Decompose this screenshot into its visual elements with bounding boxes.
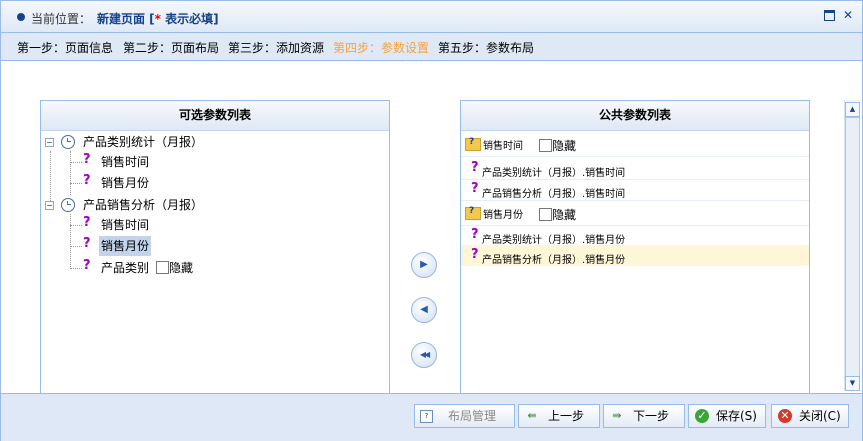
step-2[interactable]: 第二步：页面布局 [123, 39, 219, 56]
step-5[interactable]: 第五步：参数布局 [438, 39, 534, 56]
hide-option: 隐藏 [539, 137, 576, 154]
tree-line [70, 151, 71, 195]
tree-line [70, 214, 71, 269]
layout-manage-button[interactable]: ? 布局管理 [414, 404, 515, 428]
tree-leaf-label: 销售月份 [99, 236, 152, 256]
question-icon: ? [83, 236, 91, 251]
collapse-icon[interactable]: − [45, 138, 54, 147]
report-clock-icon [61, 198, 75, 212]
next-step-button[interactable]: ⇛ 下一步 [603, 404, 685, 428]
public-params-panel: 公共参数列表 销售时间 隐藏 ? 产品类别统计（月报）.销售时间 ? 产品销售分… [460, 100, 810, 395]
param-item-label: 产品类别统计（月报）.销售月份 [482, 235, 626, 246]
tree-line [70, 268, 82, 269]
question-icon: ? [83, 173, 91, 188]
param-group-name: 销售时间 [483, 141, 523, 152]
param-item[interactable]: ? 产品类别统计（月报）.销售时间 [461, 159, 809, 180]
bullet-icon [17, 13, 25, 21]
param-group-header[interactable]: 销售时间 隐藏 [461, 132, 809, 157]
page-title: 新建页面 [* 表示必填] [97, 12, 219, 26]
layout-manage-label: 布局管理 [448, 409, 497, 423]
question-icon: ? [471, 160, 479, 175]
title-bar: 当前位置： 新建页面 [* 表示必填] ✕ [1, 1, 862, 33]
hide-option: 隐藏 [156, 258, 193, 278]
close-circle-icon: ✕ [778, 409, 792, 423]
tree-leaf-label: 销售时间 [101, 155, 150, 169]
previous-step-button[interactable]: ⇚ 上一步 [518, 404, 600, 428]
param-item[interactable]: ? 产品销售分析（月报）.销售时间 [461, 180, 809, 201]
page-window: 当前位置： 新建页面 [* 表示必填] ✕ 第一步：页面信息 第二步：页面布局 … [0, 0, 863, 441]
remove-all-params-button[interactable]: ◀◀ [411, 342, 437, 368]
save-button[interactable]: ✓ 保存(S) [688, 404, 766, 428]
tree-line [70, 225, 82, 226]
maximize-icon[interactable] [824, 10, 835, 21]
step-1[interactable]: 第一步：页面信息 [17, 39, 113, 56]
collapse-icon[interactable]: − [45, 201, 54, 210]
param-item-label: 产品类别统计（月报）.销售时间 [482, 168, 626, 179]
param-item-highlighted[interactable]: ? 产品销售分析（月报）.销售月份 [461, 245, 809, 266]
tree-line [70, 162, 82, 163]
tree-node-group[interactable]: − 产品类别统计（月报） [45, 132, 375, 152]
question-icon: ? [471, 181, 479, 196]
close-label: 关闭(C) [799, 409, 841, 423]
question-icon: ? [471, 247, 479, 262]
tree-node-group[interactable]: − 产品销售分析（月报） [45, 195, 375, 215]
hide-label: 隐藏 [552, 208, 577, 222]
tree-leaf-label: 销售月份 [101, 176, 150, 190]
param-group-header[interactable]: 销售月份 隐藏 [461, 201, 809, 226]
check-icon: ✓ [695, 409, 709, 423]
save-label: 保存(S) [716, 409, 757, 423]
hide-label: 隐藏 [169, 261, 194, 275]
tree-node-label: 产品类别统计（月报） [83, 135, 204, 149]
folder-icon [465, 206, 481, 220]
tree-line [70, 183, 82, 184]
tree-leaf-label: 产品类别 [101, 261, 150, 275]
hide-checkbox[interactable] [539, 139, 552, 152]
report-clock-icon [61, 135, 75, 149]
question-icon: ? [83, 258, 91, 273]
next-step-label: 下一步 [633, 409, 670, 423]
wizard-steps: 第一步：页面信息 第二步：页面布局 第三步：添加资源 第四步：参数设置 第五步：… [1, 33, 862, 61]
close-icon[interactable]: ✕ [843, 9, 854, 21]
param-item[interactable]: ? 产品类别统计（月报）.销售月份 [461, 226, 809, 247]
scroll-thumb[interactable] [845, 117, 860, 377]
question-icon: ? [83, 152, 91, 167]
question-icon: ? [83, 215, 91, 230]
step-4-active[interactable]: 第四步：参数设置 [333, 39, 429, 56]
param-group-name: 销售月份 [483, 210, 523, 221]
remove-param-button[interactable]: ◀ [411, 297, 437, 323]
previous-step-label: 上一步 [548, 409, 585, 423]
scroll-up-icon[interactable]: ▲ [845, 102, 860, 117]
prev-arrow-icon: ⇚ [527, 409, 537, 422]
close-button[interactable]: ✕ 关闭(C) [771, 404, 849, 428]
next-arrow-icon: ⇛ [612, 409, 622, 422]
tree-line [70, 246, 82, 247]
tree-node-label: 产品销售分析（月报） [83, 198, 204, 212]
tree-leaf-label: 销售时间 [101, 218, 150, 232]
param-item-label: 产品销售分析（月报）.销售时间 [482, 189, 626, 200]
step-3[interactable]: 第三步：添加资源 [228, 39, 324, 56]
available-params-title: 可选参数列表 [41, 101, 389, 131]
folder-icon [465, 137, 481, 151]
scroll-down-icon[interactable]: ▼ [845, 376, 860, 391]
hide-label: 隐藏 [552, 139, 577, 153]
hide-checkbox[interactable] [539, 208, 552, 221]
public-params-title: 公共参数列表 [461, 101, 809, 131]
question-icon: ? [471, 227, 479, 242]
hide-checkbox[interactable] [156, 261, 169, 274]
param-item-label: 产品销售分析（月报）.销售月份 [482, 255, 626, 266]
hide-option: 隐藏 [539, 206, 576, 223]
add-param-button[interactable]: ▶ [411, 252, 437, 278]
location-label: 当前位置： [31, 12, 92, 26]
layout-icon: ? [420, 410, 433, 423]
available-params-panel: 可选参数列表 − 产品类别统计（月报） ? 销售时间 ? 销售月份 − 产品销售… [40, 100, 390, 395]
